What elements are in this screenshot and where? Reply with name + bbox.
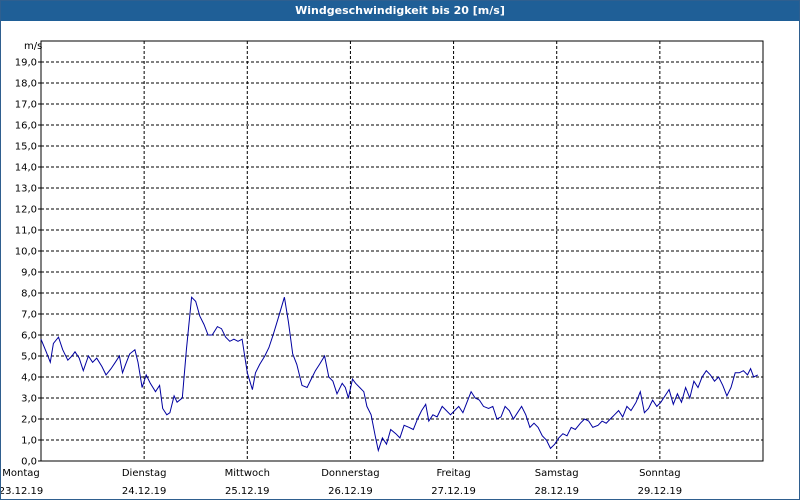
y-tick-label: 18,0: [15, 79, 37, 90]
x-tick-day-label: Donnerstag: [321, 468, 379, 479]
x-tick-day-label: Samstag: [535, 468, 579, 479]
y-tick-label: 11,0: [15, 226, 37, 237]
x-tick-date-label: 28.12.19: [534, 486, 579, 497]
y-tick-label: 13,0: [15, 184, 37, 195]
x-axis-ticks: Montag 23.12.19 Dienstag 24.12.19 Mittwoch 25…: [1, 468, 682, 497]
x-tick-date-label: 26.12.19: [328, 486, 373, 497]
grid-lines: [41, 41, 763, 461]
y-tick-label: 14,0: [15, 163, 37, 174]
y-axis-label: m/s: [24, 41, 42, 52]
x-tick-date-label: 25.12.19: [225, 486, 270, 497]
y-tick-label: 2,0: [21, 415, 37, 426]
y-axis-ticks: 0,0 1,0 2,0 3,0 4,0 5,0 6,0 7,0 8,0 9,0 10,0 11,0 12…: [15, 58, 41, 468]
y-tick-label: 3,0: [21, 394, 37, 405]
x-tick-date-label: 23.12.19: [1, 486, 43, 497]
x-tick-day-label: Montag: [2, 468, 39, 479]
y-tick-label: 6,0: [21, 331, 37, 342]
chart-window: Windgeschwindigkeit bis 20 [m/s] m/s 0,0…: [0, 0, 800, 500]
y-tick-label: 17,0: [15, 100, 37, 111]
y-tick-label: 12,0: [15, 205, 37, 216]
chart-title: Windgeschwindigkeit bis 20 [m/s]: [1, 1, 799, 21]
y-tick-label: 10,0: [15, 247, 37, 258]
y-tick-label: 7,0: [21, 310, 37, 321]
x-tick-day-label: Mittwoch: [225, 468, 270, 479]
y-tick-label: 4,0: [21, 373, 37, 384]
x-tick-day-label: Freitag: [436, 468, 470, 479]
y-tick-label: 8,0: [21, 289, 37, 300]
wind-speed-chart: m/s 0,0 1,0 2,0 3,0 4,0 5,0 6,0 7,0 8,0 9,0 10,0 11…: [1, 40, 764, 497]
x-tick-date-label: 24.12.19: [122, 486, 167, 497]
y-tick-label: 9,0: [21, 268, 37, 279]
y-tick-label: 19,0: [15, 58, 37, 69]
y-tick-label: 1,0: [21, 436, 37, 447]
x-tick-day-label: Dienstag: [122, 468, 167, 479]
y-tick-label: 0,0: [21, 457, 37, 468]
x-tick-date-label: 27.12.19: [431, 486, 476, 497]
wind-speed-line: [40, 296, 759, 453]
y-tick-label: 15,0: [15, 142, 37, 153]
x-tick-day-label: Sonntag: [639, 468, 681, 479]
y-tick-label: 5,0: [21, 352, 37, 363]
x-tick-date-label: 29.12.19: [638, 486, 683, 497]
y-tick-label: 16,0: [15, 121, 37, 132]
